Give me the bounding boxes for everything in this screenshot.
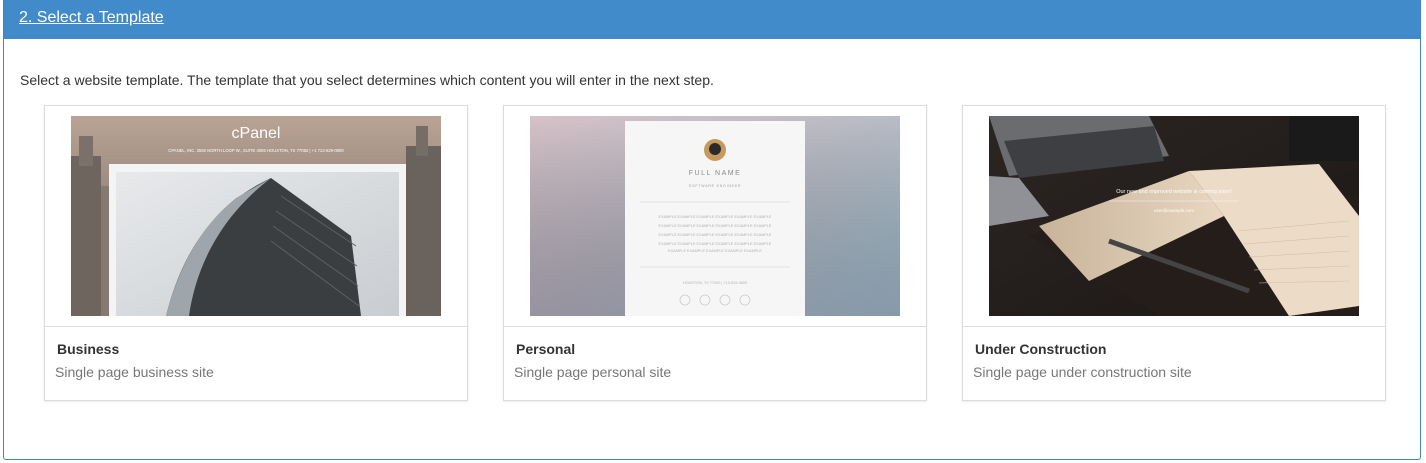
template-card-personal[interactable]: FULL NAME SOFTWARE ENGINEER EXAMPLE EXAM… xyxy=(503,105,927,401)
business-thumbnail: cPanel CPANEL, INC. 2550 NORTH LOOP W., … xyxy=(71,116,441,316)
template-name: Business xyxy=(57,341,120,357)
template-name: Under Construction xyxy=(975,341,1107,357)
template-panel: 2. Select a Template Select a website te… xyxy=(3,0,1421,460)
panel-header: 2. Select a Template xyxy=(4,0,1420,39)
card-divider xyxy=(963,326,1385,327)
business-thumb-brand: cPanel xyxy=(232,125,281,142)
svg-text:EXAMPLE EXAMPLE EXAMPLE EXAMPL: EXAMPLE EXAMPLE EXAMPLE EXAMPLE EXAMPLE xyxy=(668,249,762,253)
template-description: Single page business site xyxy=(55,364,214,380)
personal-thumb-body: EXAMPLE EXAMPLE EXAMPLE EXAMPLE EXAMPLE … xyxy=(659,215,772,219)
business-thumb-address: CPANEL, INC. 2550 NORTH LOOP W., SUITE 4… xyxy=(168,148,344,153)
svg-text:EXAMPLE EXAMPLE EXAMPLE EXAMPL: EXAMPLE EXAMPLE EXAMPLE EXAMPLE EXAMPLE … xyxy=(659,242,772,246)
card-divider xyxy=(504,326,926,327)
intro-text: Select a website template. The template … xyxy=(20,72,714,88)
personal-thumb-role: SOFTWARE ENGINEER xyxy=(689,184,742,188)
panel-title-link[interactable]: 2. Select a Template xyxy=(19,9,164,27)
template-card-business[interactable]: cPanel CPANEL, INC. 2550 NORTH LOOP W., … xyxy=(44,105,468,401)
construction-thumb-email: user@example.com xyxy=(1154,208,1194,213)
personal-thumb-location: HOUSTON, TX 77092 | 713-529-0800 xyxy=(683,281,747,285)
template-description: Single page personal site xyxy=(514,364,672,380)
personal-thumbnail: FULL NAME SOFTWARE ENGINEER EXAMPLE EXAM… xyxy=(530,116,900,316)
svg-text:EXAMPLE EXAMPLE EXAMPLE EXAMPL: EXAMPLE EXAMPLE EXAMPLE EXAMPLE EXAMPLE … xyxy=(659,224,772,228)
svg-text:EXAMPLE EXAMPLE EXAMPLE EXAMPL: EXAMPLE EXAMPLE EXAMPLE EXAMPLE EXAMPLE … xyxy=(659,233,772,237)
card-divider xyxy=(45,326,467,327)
construction-thumb-message: Our new and improved website is coming s… xyxy=(1116,189,1232,195)
template-description: Single page under construction site xyxy=(973,364,1192,380)
under-construction-thumbnail: Our new and improved website is coming s… xyxy=(989,116,1359,316)
personal-thumb-name: FULL NAME xyxy=(689,170,742,177)
template-card-under-construction[interactable]: Our new and improved website is coming s… xyxy=(962,105,1386,401)
template-name: Personal xyxy=(516,341,576,357)
